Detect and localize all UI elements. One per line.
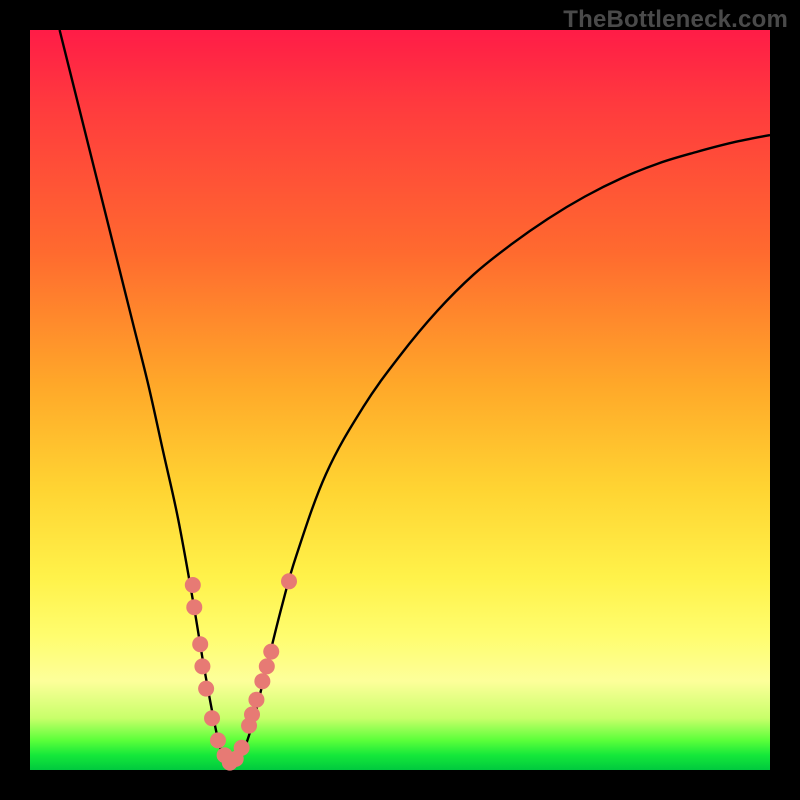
highlight-dots [185,573,297,770]
highlight-dot [281,573,297,589]
highlight-dot [198,681,214,697]
chart-frame: TheBottleneck.com [0,0,800,800]
highlight-dot [259,658,275,674]
highlight-dot [210,732,226,748]
watermark-label: TheBottleneck.com [563,6,788,34]
highlight-dot [192,636,208,652]
highlight-dot [194,658,210,674]
highlight-dot [234,740,250,756]
curve-svg [30,30,770,770]
highlight-dot [186,599,202,615]
plot-area [30,30,770,770]
highlight-dot [263,644,279,660]
highlight-dot [185,577,201,593]
bottleneck-curve [60,30,770,766]
highlight-dot [248,692,264,708]
highlight-dot [204,710,220,726]
highlight-dot [244,707,260,723]
highlight-dot [254,673,270,689]
